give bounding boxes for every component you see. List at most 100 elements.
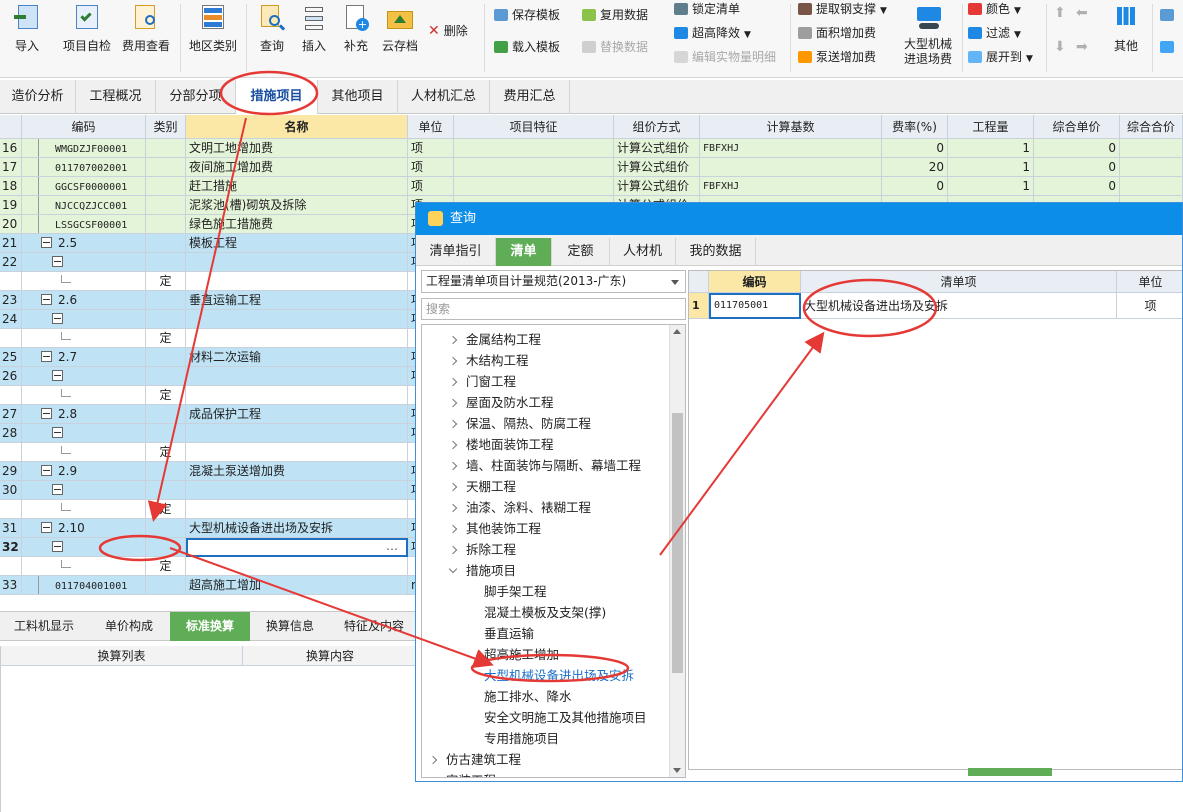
type-cell[interactable] [146,367,186,386]
collapse-icon[interactable] [41,522,52,533]
result-col-unit[interactable]: 单位 [1117,271,1182,293]
total-cell[interactable] [1120,177,1183,196]
move-right-icon[interactable]: ➡ [1076,38,1088,56]
type-cell[interactable] [146,234,186,253]
code-cell[interactable]: WMGDZJF00001 [22,139,146,158]
chevron-down-icon[interactable] [448,564,458,574]
move-left-icon[interactable]: ⬅ [1076,4,1088,22]
type-cell[interactable] [146,139,186,158]
type-cell[interactable] [146,177,186,196]
rate-cell[interactable]: 0 [882,139,948,158]
name-cell[interactable] [186,424,408,443]
chevron-right-icon[interactable] [428,755,438,765]
collapse-icon[interactable] [41,408,52,419]
type-cell[interactable]: 定 [146,329,186,348]
col-header-base[interactable]: 计算基数 [700,115,882,139]
tab-my-data[interactable]: 我的数据 [676,238,756,266]
extract-steel-support-button[interactable]: 提取钢支撑 ▼ [798,0,887,18]
type-cell[interactable] [146,576,186,595]
type-cell[interactable] [146,538,186,557]
code-cell[interactable]: 2.6 [22,291,146,310]
type-cell[interactable] [146,519,186,538]
tree-item[interactable]: 大型机械设备进出场及安拆 [484,665,634,686]
feature-cell[interactable] [454,139,614,158]
type-cell[interactable] [146,158,186,177]
tree-item[interactable]: 屋面及防水工程 [448,392,554,413]
chevron-right-icon[interactable] [448,461,458,471]
method-cell[interactable]: 计算公式组价 [614,158,700,177]
load-template-button[interactable]: 载入模板 [494,38,560,56]
collapse-icon[interactable] [52,256,63,267]
large-machine-fee-button[interactable]: 大型机械 进退场费 [898,0,958,67]
height-reduction-button[interactable]: 超高降效 ▼ [674,24,751,42]
code-cell[interactable] [22,424,146,443]
ellipsis-button[interactable]: ⋯ [386,540,398,555]
lock-list-button[interactable]: 锁定清单 [674,0,740,18]
name-cell[interactable] [186,272,408,291]
code-cell[interactable] [22,557,146,576]
name-cell[interactable] [186,443,408,462]
rate-cell[interactable]: 0 [882,177,948,196]
other-button[interactable]: 其他 [1106,0,1146,54]
type-cell[interactable]: 定 [146,500,186,519]
name-cell[interactable] [186,500,408,519]
tree-item[interactable]: 拆除工程 [448,539,516,560]
col-header-type[interactable]: 类别 [146,115,186,139]
type-cell[interactable] [146,291,186,310]
type-cell[interactable] [146,310,186,329]
name-cell[interactable]: 文明工地增加费 [186,139,408,158]
tab-other-items[interactable]: 其他项目 [318,80,398,114]
cloud-save-button[interactable]: 云存档 [378,0,422,54]
total-cell[interactable] [1120,158,1183,177]
chevron-right-icon[interactable] [448,419,458,429]
tree-item[interactable]: 天棚工程 [448,476,516,497]
chevron-right-icon[interactable] [448,545,458,555]
type-cell[interactable] [146,481,186,500]
tree-item[interactable]: 墙、柱面装饰与隔断、幕墙工程 [448,455,641,476]
tree-item[interactable]: 垂直运输 [484,623,534,644]
tree-item[interactable]: 措施项目 [448,560,516,581]
filter-button[interactable]: 过滤 ▼ [968,24,1021,42]
result-item-cell[interactable]: 大型机械设备进出场及安拆 [801,293,1117,319]
result-code-cell[interactable]: 011705001 [709,293,801,319]
type-cell[interactable]: 定 [146,386,186,405]
move-down-icon[interactable]: ⬇ [1054,38,1066,56]
tab-labor-material-machine[interactable]: 人材机 [610,238,676,266]
code-cell[interactable]: 2.5 [22,234,146,253]
table-row[interactable]: 18 GGCSF0000001 赶工措施项计算公式组价 FBFXHJ 0 1 0 [0,177,1183,196]
tree-item[interactable]: 施工排水、降水 [484,686,572,707]
name-cell[interactable] [186,253,408,272]
name-cell[interactable]: 泥浆池(槽)砌筑及拆除 [186,196,408,215]
unit-price-cell[interactable]: 0 [1034,158,1120,177]
tab-project-overview[interactable]: 工程概况 [76,80,156,114]
collapse-icon[interactable] [52,370,63,381]
tree-item[interactable]: 仿古建筑工程 [428,749,521,770]
tab-standard-conversion[interactable]: 标准换算 [170,612,250,641]
expand-to-button[interactable]: 展开到 ▼ [968,48,1033,66]
collapse-icon[interactable] [52,541,63,552]
name-cell[interactable] [186,386,408,405]
chevron-right-icon[interactable] [448,524,458,534]
type-cell[interactable] [146,462,186,481]
code-cell[interactable]: 2.7 [22,348,146,367]
result-col-item[interactable]: 清单项 [801,271,1117,293]
feature-cell[interactable] [454,177,614,196]
import-button[interactable]: 导入 [6,0,48,54]
tree-item[interactable]: 安全文明施工及其他措施项目 [484,707,647,728]
col-header-total[interactable]: 综合合价 [1120,115,1183,139]
type-cell[interactable] [146,348,186,367]
code-cell[interactable] [22,481,146,500]
unit-cell[interactable]: 项 [408,139,454,158]
name-cell[interactable] [186,329,408,348]
tab-list-guide[interactable]: 清单指引 [416,238,496,266]
query-button[interactable]: 查询 [252,0,292,54]
col-header-pricing-method[interactable]: 组价方式 [614,115,700,139]
code-cell[interactable] [22,272,146,291]
chevron-right-icon[interactable] [448,398,458,408]
tab-cost-analysis[interactable]: 造价分析 [0,80,76,114]
chevron-right-icon[interactable] [448,482,458,492]
tree-item[interactable]: 混凝土模板及支架(撑) [484,602,606,623]
tree-item[interactable]: 楼地面装饰工程 [448,434,554,455]
code-cell[interactable]: 2.8 [22,405,146,424]
replace-data-button[interactable]: 替换数据 [582,38,648,56]
